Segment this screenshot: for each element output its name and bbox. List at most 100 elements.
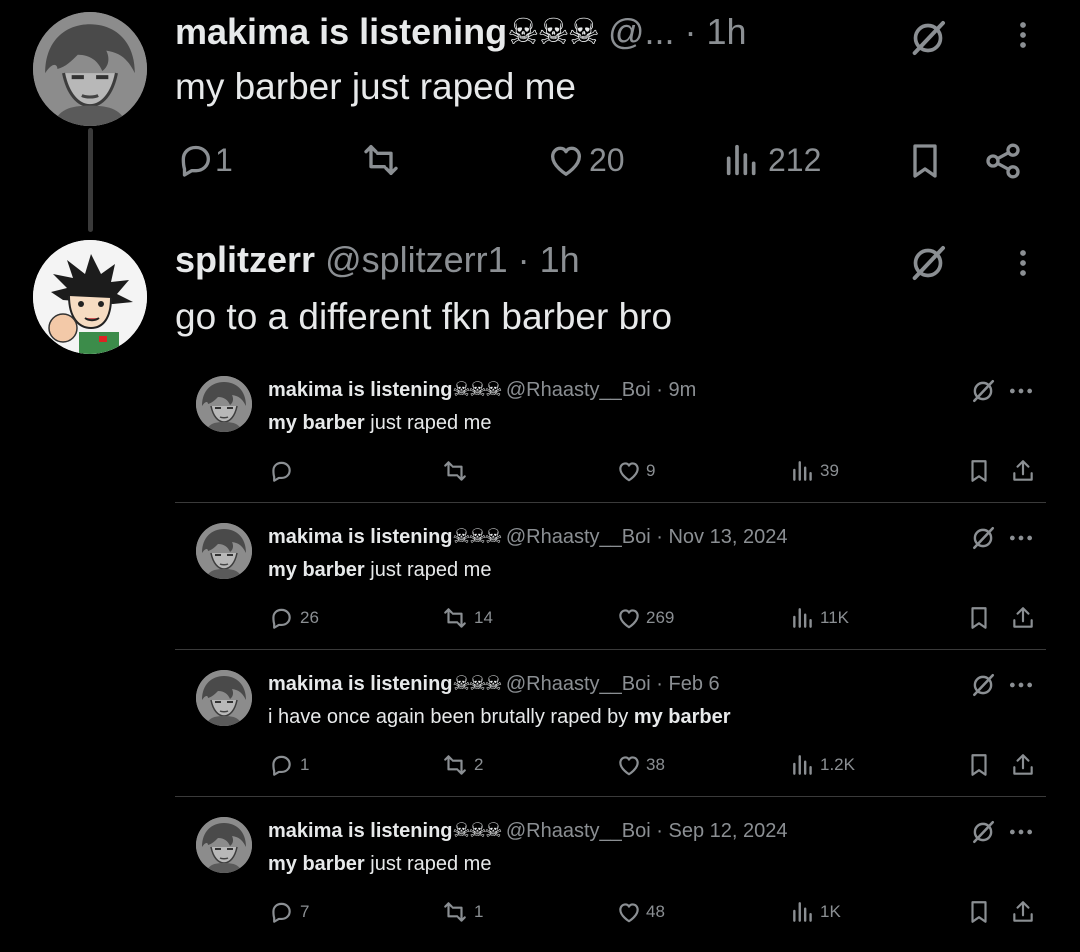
display-name[interactable]: splitzerr [175, 239, 315, 280]
repost-icon [360, 140, 402, 180]
display-name[interactable]: makima is listening [268, 820, 453, 842]
avatar[interactable] [196, 670, 252, 726]
share-button[interactable] [1010, 899, 1036, 925]
grok-icon[interactable] [970, 672, 996, 698]
grok-icon[interactable] [970, 525, 996, 551]
handle[interactable]: @splitzerr1 [325, 239, 508, 280]
avatar[interactable] [196, 817, 252, 873]
user-avatar-image [196, 523, 252, 579]
like-count: 38 [646, 755, 665, 774]
repost-icon [442, 752, 468, 778]
views-button[interactable]: 1.2K [790, 752, 855, 778]
like-button[interactable]: 9 [616, 458, 655, 484]
bookmark-button[interactable] [905, 140, 945, 182]
share-button[interactable] [1010, 605, 1036, 631]
like-button[interactable]: 20 [545, 140, 625, 180]
bookmark-button[interactable] [966, 752, 992, 778]
views-button[interactable]: 39 [790, 458, 839, 484]
bookmark-button[interactable] [966, 899, 992, 925]
more-icon[interactable] [1008, 819, 1034, 845]
view-count: 1.2K [820, 755, 855, 774]
more-icon[interactable] [1008, 672, 1034, 698]
more-icon[interactable] [1008, 525, 1034, 551]
share-button[interactable] [1010, 752, 1036, 778]
avatar[interactable] [33, 240, 147, 354]
post-text: my barber just raped me [268, 851, 491, 877]
bookmark-button[interactable] [966, 458, 992, 484]
reply-button[interactable]: 26 [268, 605, 319, 631]
share-icon [1010, 899, 1036, 925]
reply-icon [268, 458, 294, 484]
post-header: makima is listening☠☠☠ @Rhaasty__Boi · F… [268, 671, 720, 697]
handle[interactable]: @Rhaasty__Boi [506, 526, 651, 548]
grok-icon[interactable] [905, 243, 951, 283]
more-icon[interactable] [1008, 378, 1034, 404]
repost-icon [442, 605, 468, 631]
reply-button[interactable]: 1 [175, 140, 233, 180]
share-button[interactable] [1010, 458, 1036, 484]
handle[interactable]: @Rhaasty__Boi [506, 673, 651, 695]
share-button[interactable] [983, 140, 1023, 182]
post-header: makima is listening☠☠☠ @Rhaasty__Boi · 9… [268, 377, 696, 403]
reply-icon [268, 752, 294, 778]
bookmark-button[interactable] [966, 605, 992, 631]
repost-button[interactable]: 14 [442, 605, 493, 631]
views-button[interactable]: 11K [790, 605, 849, 631]
reply-count: 7 [300, 902, 310, 921]
handle[interactable]: @... [608, 11, 675, 52]
bookmark-icon [966, 899, 992, 925]
reply-button[interactable]: 7 [268, 899, 309, 925]
grok-icon[interactable] [905, 18, 951, 58]
like-button[interactable]: 38 [616, 752, 665, 778]
divider [175, 502, 1046, 503]
display-name[interactable]: makima is listening [268, 673, 453, 695]
repost-button[interactable] [442, 458, 474, 484]
view-count: 39 [820, 461, 839, 480]
bookmark-icon [905, 140, 945, 182]
handle[interactable]: @Rhaasty__Boi [506, 820, 651, 842]
views-button[interactable]: 1K [790, 899, 841, 925]
more-icon[interactable] [1008, 16, 1038, 54]
like-icon [545, 140, 587, 180]
timestamp[interactable]: · 1h [685, 11, 747, 52]
reply-button[interactable]: 1 [268, 752, 309, 778]
share-icon [1010, 605, 1036, 631]
text-rest: just raped me [364, 853, 492, 875]
reply-button[interactable] [268, 458, 300, 484]
views-icon [790, 605, 816, 631]
repost-button[interactable]: 2 [442, 752, 483, 778]
post-text: my barber just raped me [268, 557, 491, 583]
divider [175, 796, 1046, 797]
avatar[interactable] [196, 376, 252, 432]
timestamp[interactable]: · 1h [518, 239, 580, 280]
display-name[interactable]: makima is listening [268, 526, 453, 548]
more-icon[interactable] [1008, 244, 1038, 282]
grok-icon[interactable] [970, 819, 996, 845]
repost-count: 1 [474, 902, 484, 921]
bookmark-icon [966, 752, 992, 778]
timestamp[interactable]: · Nov 13, 2024 [656, 526, 787, 548]
timestamp[interactable]: · Feb 6 [656, 673, 719, 695]
repost-button[interactable]: 1 [442, 899, 483, 925]
like-button[interactable]: 269 [616, 605, 674, 631]
share-icon [983, 140, 1023, 182]
repost-count: 2 [474, 755, 484, 774]
share-icon [1010, 752, 1036, 778]
like-button[interactable]: 48 [616, 899, 665, 925]
repost-icon [442, 458, 468, 484]
timestamp[interactable]: · 9m [656, 379, 696, 401]
highlighted-text: my barber [268, 559, 365, 581]
grok-icon[interactable] [970, 378, 996, 404]
repost-button[interactable] [360, 140, 402, 180]
display-name[interactable]: makima is listening [175, 11, 507, 52]
display-name[interactable]: makima is listening [268, 379, 453, 401]
views-button[interactable]: 212 [722, 140, 821, 180]
views-icon [790, 458, 816, 484]
skull-emojis: ☠☠☠ [452, 526, 503, 548]
avatar[interactable] [33, 12, 147, 126]
bookmark-icon [966, 458, 992, 484]
handle[interactable]: @Rhaasty__Boi [506, 379, 651, 401]
avatar[interactable] [196, 523, 252, 579]
timestamp[interactable]: · Sep 12, 2024 [656, 820, 787, 842]
views-icon [790, 752, 816, 778]
